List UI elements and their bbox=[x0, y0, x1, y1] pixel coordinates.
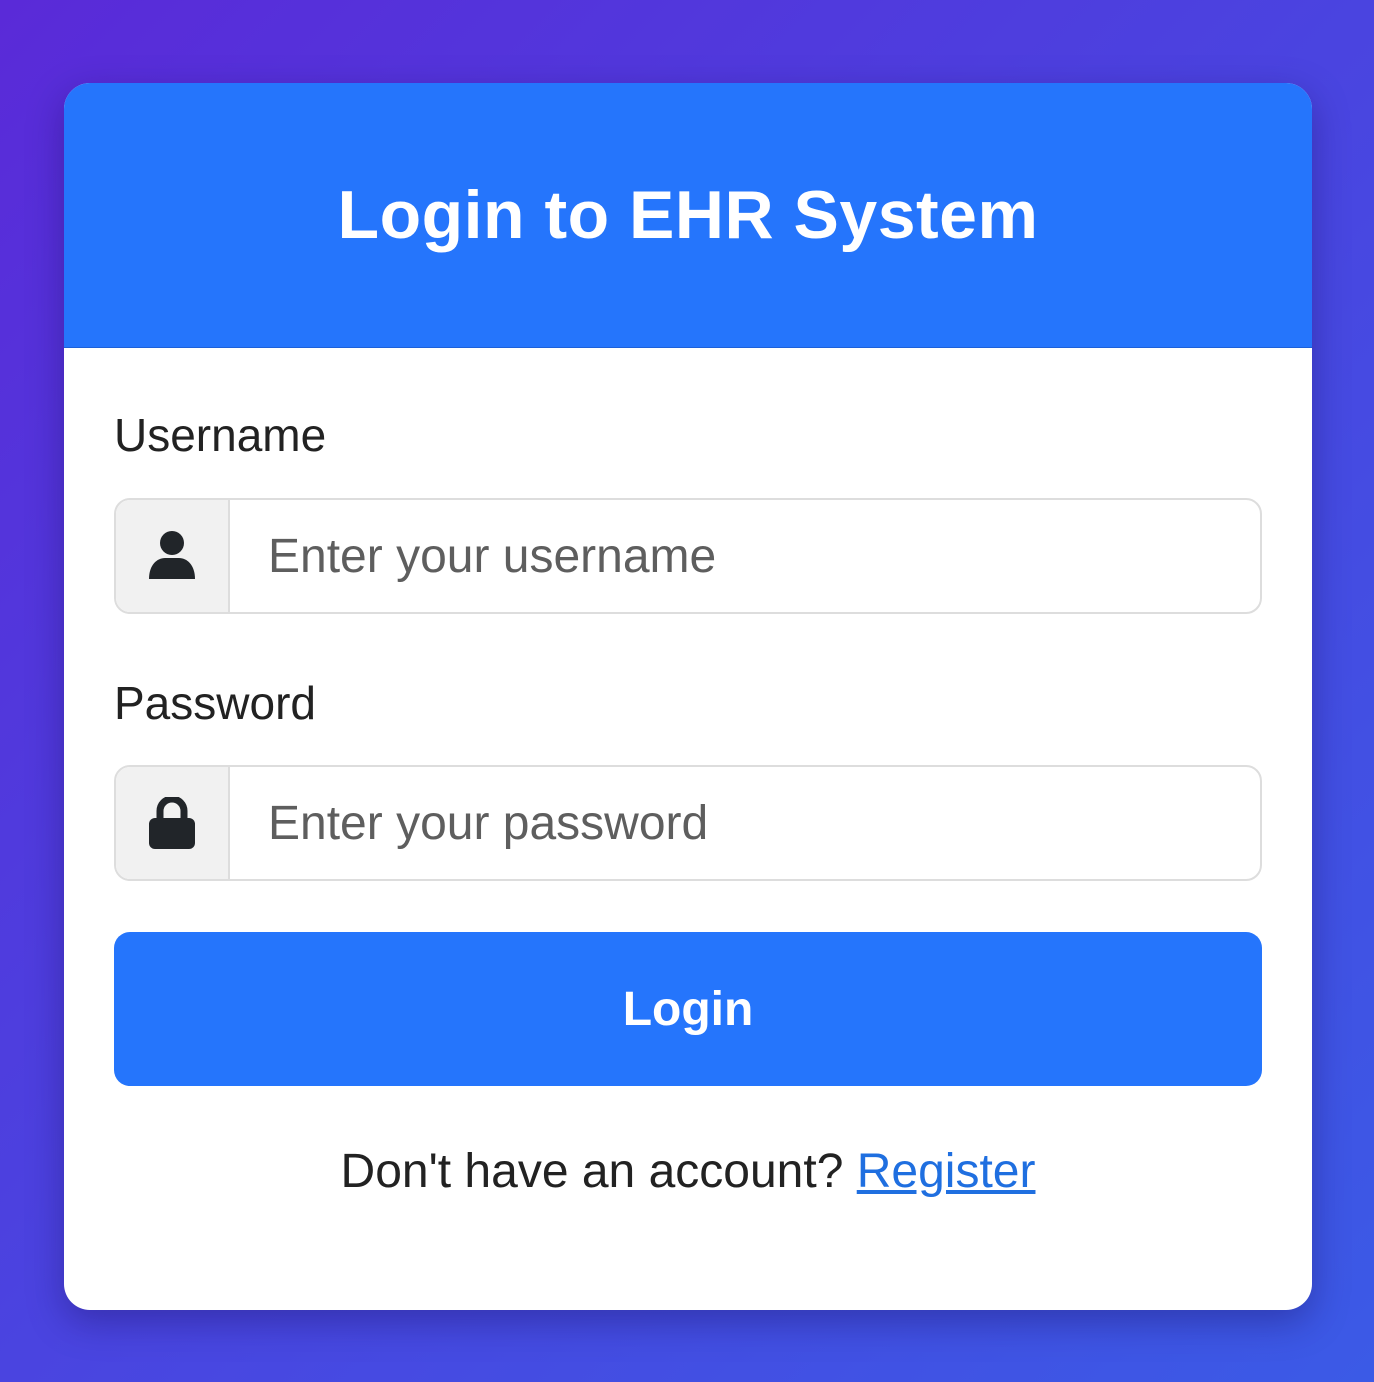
password-label: Password bbox=[114, 677, 316, 729]
card-header: Login to EHR System bbox=[64, 83, 1312, 348]
register-link[interactable]: Register bbox=[857, 1145, 1036, 1198]
username-input[interactable] bbox=[230, 500, 1260, 612]
register-prompt-text: Don't have an account? bbox=[340, 1145, 844, 1198]
page-title: Login to EHR System bbox=[337, 177, 1039, 253]
lock-icon bbox=[116, 767, 230, 879]
username-label: Username bbox=[114, 409, 327, 461]
username-input-group bbox=[114, 498, 1262, 614]
login-button[interactable]: Login bbox=[114, 932, 1262, 1086]
password-input[interactable] bbox=[230, 767, 1260, 879]
password-input-group bbox=[114, 765, 1262, 881]
user-icon bbox=[116, 500, 230, 612]
register-prompt: Don't have an account? Register bbox=[64, 1144, 1312, 1199]
login-card: Login to EHR System Username Password bbox=[64, 83, 1312, 1310]
